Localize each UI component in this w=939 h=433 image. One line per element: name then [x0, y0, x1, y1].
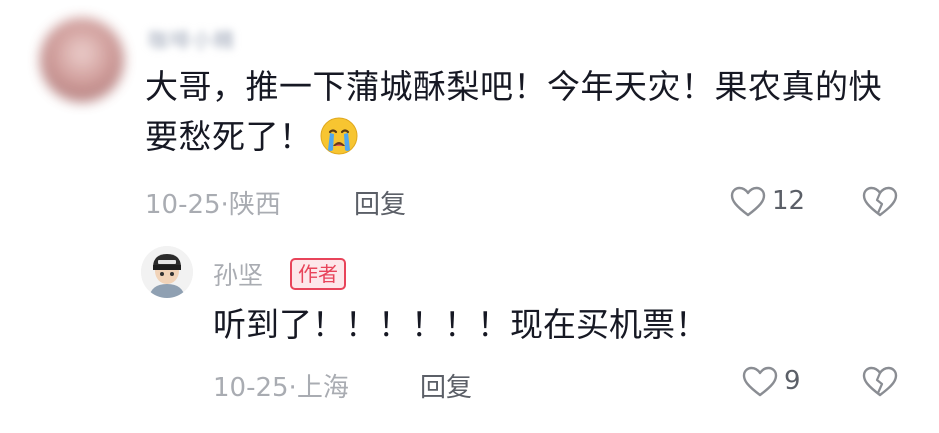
commenter-username[interactable]: 咖啡小精 [148, 24, 298, 52]
comment-like-count: 12 [772, 186, 806, 216]
reply-like-count: 9 [784, 366, 801, 396]
comment-date-location: 10-25·陕西 [145, 190, 281, 220]
comment-reply-button[interactable]: 回复 [354, 184, 406, 221]
comment-body: 大哥，推一下蒲城酥梨吧！今年天灾！果农真的快要愁死了！ [145, 62, 885, 162]
author-avatar[interactable] [141, 246, 193, 298]
commenter-avatar[interactable] [40, 18, 124, 102]
author-name[interactable]: 孙坚 [213, 256, 263, 292]
reply-reply-button[interactable]: 回复 [420, 367, 472, 404]
heart-icon[interactable] [742, 366, 778, 398]
broken-heart-icon[interactable] [862, 186, 898, 218]
reply-text: 听到了！！！！！！现在买机票！ [213, 305, 708, 344]
reply-date-location: 10-25·上海 [213, 373, 349, 403]
author-badge: 作者 [290, 258, 346, 290]
crying-face-emoji-icon [319, 116, 359, 156]
comment-text: 大哥，推一下蒲城酥梨吧！今年天灾！果农真的快要愁死了！ [145, 67, 882, 156]
heart-icon[interactable] [730, 186, 766, 218]
broken-heart-icon[interactable] [862, 366, 898, 398]
